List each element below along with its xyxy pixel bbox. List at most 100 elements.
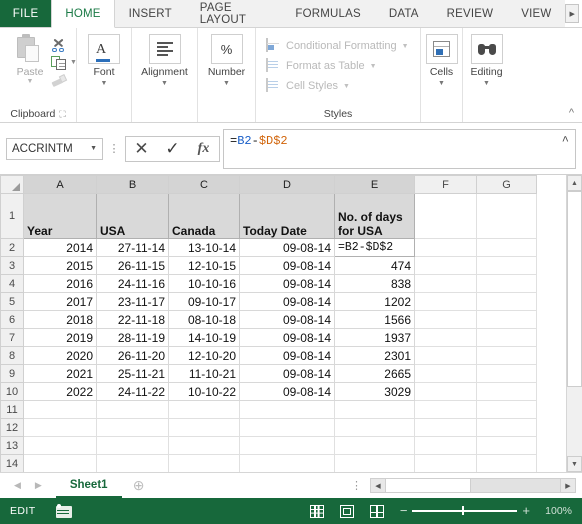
alignment-dropdown-arrow[interactable]: ▼ xyxy=(161,79,168,88)
cell-c12[interactable] xyxy=(168,418,240,437)
zoom-level[interactable]: 100% xyxy=(538,505,572,517)
cell-f5[interactable] xyxy=(414,292,477,311)
cell-e10[interactable]: 3029 xyxy=(334,382,415,401)
vertical-scrollbar[interactable]: ▲ ▼ xyxy=(566,175,582,472)
cell-b6[interactable]: 22-11-18 xyxy=(96,310,169,329)
cell-g3[interactable] xyxy=(476,256,537,275)
tab-scroll-right-button[interactable]: ▶ xyxy=(565,4,579,23)
scroll-down-button[interactable]: ▼ xyxy=(567,456,582,472)
cell-e11[interactable] xyxy=(334,400,415,419)
vertical-scroll-thumb[interactable] xyxy=(567,191,582,387)
cell-f10[interactable] xyxy=(414,382,477,401)
cell-e14[interactable] xyxy=(334,454,415,472)
cell-g8[interactable] xyxy=(476,346,537,365)
cell-g1[interactable] xyxy=(476,193,537,239)
column-header-d[interactable]: D xyxy=(239,175,335,194)
cell-g2[interactable] xyxy=(476,238,537,257)
accept-button[interactable]: ✓ xyxy=(157,137,188,161)
zoom-slider[interactable]: − + xyxy=(400,504,530,517)
row-header-1[interactable]: 1 xyxy=(0,193,24,239)
cell-e1[interactable]: No. of days for USA xyxy=(334,193,415,239)
chevron-down-icon[interactable]: ▼ xyxy=(90,145,97,152)
cell-d1[interactable]: Today Date xyxy=(239,193,335,239)
tab-review[interactable]: REVIEW xyxy=(432,0,508,27)
paste-button[interactable]: Paste ▼ xyxy=(10,34,50,89)
page-break-preview-button[interactable] xyxy=(362,504,392,518)
row-header-10[interactable]: 10 xyxy=(0,382,24,401)
cell-e12[interactable] xyxy=(334,418,415,437)
cell-f6[interactable] xyxy=(414,310,477,329)
cell-g7[interactable] xyxy=(476,328,537,347)
tab-formulas[interactable]: FORMULAS xyxy=(281,0,375,27)
horizontal-scroll-thumb[interactable] xyxy=(386,479,471,492)
vertical-scroll-track[interactable] xyxy=(567,191,582,456)
column-header-e[interactable]: E xyxy=(334,175,415,194)
cell-styles-caret-icon[interactable]: ▼ xyxy=(343,83,350,90)
font-dropdown-arrow[interactable]: ▼ xyxy=(101,79,108,88)
cell-a6[interactable]: 2018 xyxy=(23,310,97,329)
cell-c13[interactable] xyxy=(168,436,240,455)
cell-e6[interactable]: 1566 xyxy=(334,310,415,329)
editing-dropdown-arrow[interactable]: ▼ xyxy=(483,79,490,88)
collapse-ribbon-icon[interactable]: ^ xyxy=(569,107,574,119)
number-dropdown-arrow[interactable]: ▼ xyxy=(223,79,230,88)
expand-formula-bar-icon[interactable]: ^ xyxy=(562,134,569,148)
column-header-c[interactable]: C xyxy=(168,175,240,194)
cell-b8[interactable]: 26-11-20 xyxy=(96,346,169,365)
cell-e3[interactable]: 474 xyxy=(334,256,415,275)
add-sheet-icon[interactable]: ⊕ xyxy=(122,477,156,494)
formula-input[interactable]: =B2-$D$2 ^ xyxy=(223,128,576,169)
cell-d13[interactable] xyxy=(239,436,335,455)
cell-a3[interactable]: 2015 xyxy=(23,256,97,275)
cell-b14[interactable] xyxy=(96,454,169,472)
normal-view-button[interactable] xyxy=(302,504,332,518)
cell-styles-button[interactable]: Cell Styles ▼ xyxy=(266,76,350,96)
tab-split-handle[interactable]: ⋮ xyxy=(351,479,362,492)
cell-a9[interactable]: 2021 xyxy=(23,364,97,383)
cell-a8[interactable]: 2020 xyxy=(23,346,97,365)
font-button[interactable]: A Font ▼ xyxy=(83,34,125,88)
scroll-right-button[interactable]: ▶ xyxy=(560,479,575,492)
select-all-corner[interactable] xyxy=(0,175,24,194)
cell-f7[interactable] xyxy=(414,328,477,347)
cell-f14[interactable] xyxy=(414,454,477,472)
cell-d14[interactable] xyxy=(239,454,335,472)
cell-a10[interactable]: 2022 xyxy=(23,382,97,401)
cell-f4[interactable] xyxy=(414,274,477,293)
cancel-button[interactable]: ✕ xyxy=(126,137,157,161)
cell-b10[interactable]: 24-11-22 xyxy=(96,382,169,401)
cell-g12[interactable] xyxy=(476,418,537,437)
cell-b2[interactable]: 27-11-14 xyxy=(96,238,169,257)
conditional-formatting-caret-icon[interactable]: ▼ xyxy=(402,43,409,50)
cells-dropdown-arrow[interactable]: ▼ xyxy=(438,79,445,88)
cell-c11[interactable] xyxy=(168,400,240,419)
cell-d8[interactable]: 09-08-14 xyxy=(239,346,335,365)
copy-button[interactable]: ▼ xyxy=(51,54,77,71)
cell-e8[interactable]: 2301 xyxy=(334,346,415,365)
cell-a5[interactable]: 2017 xyxy=(23,292,97,311)
cell-f2[interactable] xyxy=(414,238,477,257)
name-box[interactable]: ACCRINTM ▼ xyxy=(6,137,103,160)
row-header-12[interactable]: 12 xyxy=(0,418,24,437)
cut-button[interactable] xyxy=(51,36,77,53)
cell-d4[interactable]: 09-08-14 xyxy=(239,274,335,293)
record-macro-icon[interactable] xyxy=(55,504,72,518)
cell-c5[interactable]: 09-10-17 xyxy=(168,292,240,311)
conditional-formatting-button[interactable]: Conditional Formatting ▼ xyxy=(266,36,409,56)
cell-g13[interactable] xyxy=(476,436,537,455)
cell-b3[interactable]: 26-11-15 xyxy=(96,256,169,275)
cell-c4[interactable]: 10-10-16 xyxy=(168,274,240,293)
cell-b5[interactable]: 23-11-17 xyxy=(96,292,169,311)
row-header-11[interactable]: 11 xyxy=(0,400,24,419)
sheet-tab-sheet1[interactable]: Sheet1 xyxy=(55,473,122,498)
tab-data[interactable]: DATA xyxy=(374,0,433,27)
cell-e2[interactable]: =B2-$D$2 xyxy=(334,238,415,257)
row-header-5[interactable]: 5 xyxy=(0,292,24,311)
zoom-handle[interactable] xyxy=(462,506,465,516)
row-header-3[interactable]: 3 xyxy=(0,256,24,275)
cell-a11[interactable] xyxy=(23,400,97,419)
tab-file[interactable]: FILE xyxy=(0,0,52,27)
row-header-6[interactable]: 6 xyxy=(0,310,24,329)
cell-g9[interactable] xyxy=(476,364,537,383)
page-layout-view-button[interactable] xyxy=(332,504,362,518)
